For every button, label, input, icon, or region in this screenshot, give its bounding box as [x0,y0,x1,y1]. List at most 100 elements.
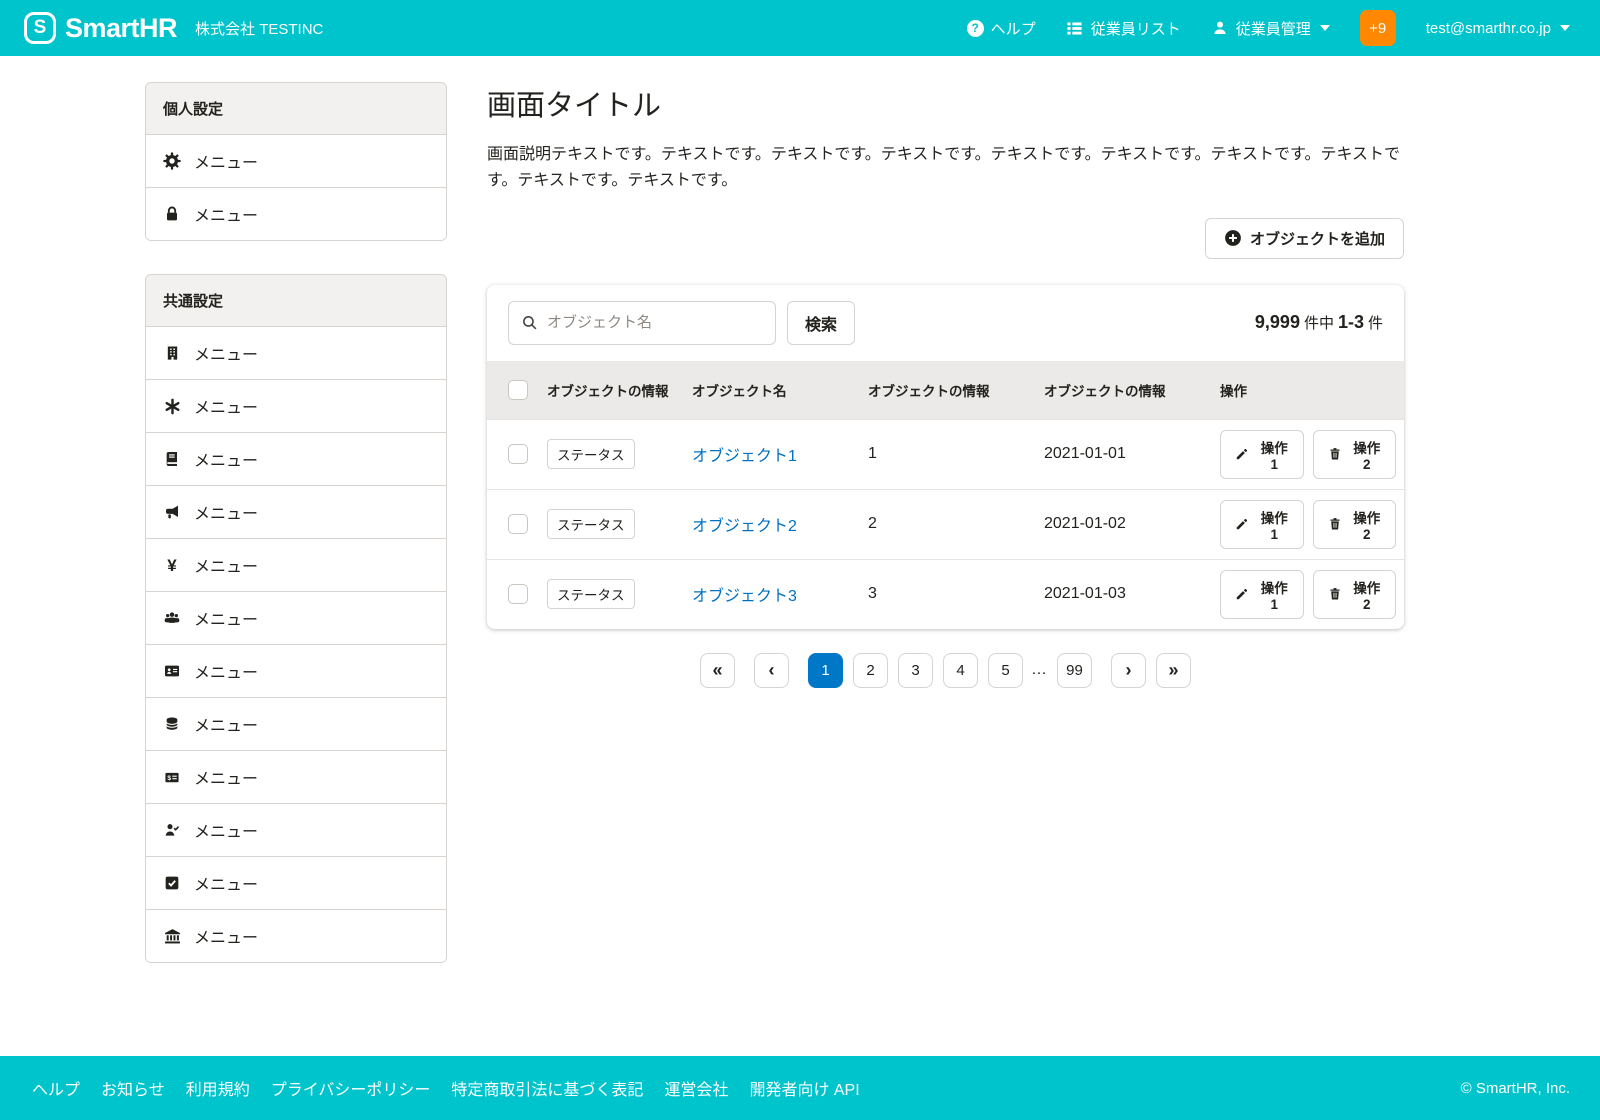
sidebar-item-id-card[interactable]: メニュー [146,644,446,697]
footer-link-privacy[interactable]: プライバシーポリシー [271,1076,431,1100]
sidebar-item-label: メニュー [194,606,258,630]
money-check-icon: $ [163,768,181,786]
header-nav: ? ヘルプ 従業員リスト 従業員管理 +9 test@smarthr.co.jp [967,10,1570,46]
sidebar-item-building[interactable]: メニュー [146,327,446,379]
page-button-4[interactable]: 4 [943,653,978,688]
sidebar-item-gear[interactable]: メニュー [146,135,446,187]
edit-button-label: 操作1 [1258,507,1291,542]
sidebar-item-lock[interactable]: メニュー [146,187,446,240]
search-row: 検索 9,999 件中 1-3 件 [487,285,1404,361]
yen-icon: ¥ [163,556,181,574]
select-all-checkbox[interactable] [508,380,528,400]
search-button[interactable]: 検索 [787,301,855,345]
column-header-info: オブジェクトの情報 [860,361,1036,420]
add-object-button[interactable]: オブジェクトを追加 [1205,218,1404,259]
notification-badge[interactable]: +9 [1360,10,1396,46]
sidebar-item-bank[interactable]: メニュー [146,909,446,962]
result-count: 9,999 件中 1-3 件 [1255,312,1383,333]
sidebar-item-yen[interactable]: ¥ メニュー [146,538,446,591]
asterisk-icon [163,397,181,415]
footer-link-company[interactable]: 運営会社 [664,1076,728,1100]
sidebar-item-user-check[interactable]: メニュー [146,803,446,856]
edit-button[interactable]: 操作1 [1220,500,1304,549]
row-actions: 操作1 操作2 [1220,500,1396,549]
status-badge: ステータス [547,439,635,469]
page-button-3[interactable]: 3 [898,653,933,688]
first-page-button[interactable]: « [700,653,735,688]
footer-link-news[interactable]: お知らせ [101,1076,165,1100]
pagination-ellipsis: … [1031,661,1049,679]
object-link[interactable]: オブジェクト2 [692,518,797,535]
page-button-2[interactable]: 2 [853,653,888,688]
edit-button[interactable]: 操作1 [1220,430,1304,479]
column-header-date: オブジェクトの情報 [1036,361,1212,420]
footer-link-commerce[interactable]: 特定商取引法に基づく表記 [451,1076,643,1100]
delete-button[interactable]: 操作2 [1313,500,1397,549]
result-unit-mid: 件中 [1304,312,1334,333]
row-checkbox[interactable] [508,514,528,534]
page-button-5[interactable]: 5 [988,653,1023,688]
gear-icon [163,152,181,170]
result-unit-end: 件 [1368,312,1383,333]
object-link[interactable]: オブジェクト1 [692,448,797,465]
employee-list-link[interactable]: 従業員リスト [1066,18,1181,39]
page-button-1[interactable]: 1 [808,653,843,688]
row-checkbox[interactable] [508,444,528,464]
account-menu[interactable]: test@smarthr.co.jp [1426,20,1570,37]
sidebar-item-database[interactable]: メニュー [146,697,446,750]
employee-admin-menu[interactable]: 従業員管理 [1211,18,1330,39]
bullhorn-icon [163,503,181,521]
book-icon [163,450,181,468]
sidebar-item-label: メニュー [194,871,258,895]
delete-button[interactable]: 操作2 [1313,570,1397,619]
sidebar-section-title: 共通設定 [146,275,446,327]
sidebar-item-label: メニュー [194,202,258,226]
employee-list-label: 従業員リスト [1091,18,1181,39]
building-icon [163,344,181,362]
company-name: 株式会社 TESTINC [195,18,323,39]
sidebar-item-label: メニュー [194,447,258,471]
prev-page-button[interactable]: ‹ [754,653,789,688]
footer-link-terms[interactable]: 利用規約 [186,1076,250,1100]
pencil-icon [1233,585,1251,603]
last-page-button[interactable]: » [1156,653,1191,688]
main-panel: 画面タイトル 画面説明テキストです。テキストです。テキストです。テキストです。テ… [487,82,1404,996]
sidebar-item-label: メニュー [194,765,258,789]
pencil-icon [1233,515,1251,533]
next-page-button[interactable]: › [1111,653,1146,688]
delete-button[interactable]: 操作2 [1313,430,1397,479]
sidebar-item-users[interactable]: メニュー [146,591,446,644]
edit-button[interactable]: 操作1 [1220,570,1304,619]
search-input[interactable] [508,301,776,345]
page: S SmartHR 株式会社 TESTINC ? ヘルプ 従業員リスト 従業員管… [0,0,1600,1120]
object-info: 3 [860,559,1036,629]
edit-button-label: 操作1 [1258,437,1291,472]
table-header: オブジェクトの情報 オブジェクト名 オブジェクトの情報 オブジェクトの情報 操作 [487,361,1404,420]
object-date: 2021-01-03 [1036,559,1212,629]
footer-link-help[interactable]: ヘルプ [32,1076,80,1100]
sidebar-item-asterisk[interactable]: メニュー [146,379,446,432]
object-link[interactable]: オブジェクト3 [692,588,797,605]
check-square-icon [163,874,181,892]
sidebar-item-book[interactable]: メニュー [146,432,446,485]
sidebar-item-bullhorn[interactable]: メニュー [146,485,446,538]
pencil-icon [1233,445,1251,463]
sidebar-item-label: メニュー [194,659,258,683]
sidebar-item-check-square[interactable]: メニュー [146,856,446,909]
app-header: S SmartHR 株式会社 TESTINC ? ヘルプ 従業員リスト 従業員管… [0,0,1600,56]
smarthr-logo[interactable]: S SmartHR [24,12,177,44]
sidebar-item-label: メニュー [194,818,258,842]
row-checkbox[interactable] [508,584,528,604]
sidebar-item-label: メニュー [194,553,258,577]
table-row: ステータス オブジェクト1 1 2021-01-01 操作1 [487,419,1404,489]
help-link[interactable]: ? ヘルプ [967,18,1036,39]
footer-link-api[interactable]: 開発者向け API [749,1076,859,1100]
page-button-99[interactable]: 99 [1057,653,1092,688]
app-footer: ヘルプ お知らせ 利用規約 プライバシーポリシー 特定商取引法に基づく表記 運営… [0,1056,1600,1120]
sidebar-item-label: メニュー [194,712,258,736]
status-badge: ステータス [547,579,635,609]
add-button-row: オブジェクトを追加 [487,218,1404,259]
sidebar-item-money-check[interactable]: $ メニュー [146,750,446,803]
object-list-panel: 検索 9,999 件中 1-3 件 オブジェクトの情報 オブジェクト名 [487,285,1404,629]
column-header-status: オブジェクトの情報 [539,361,684,420]
